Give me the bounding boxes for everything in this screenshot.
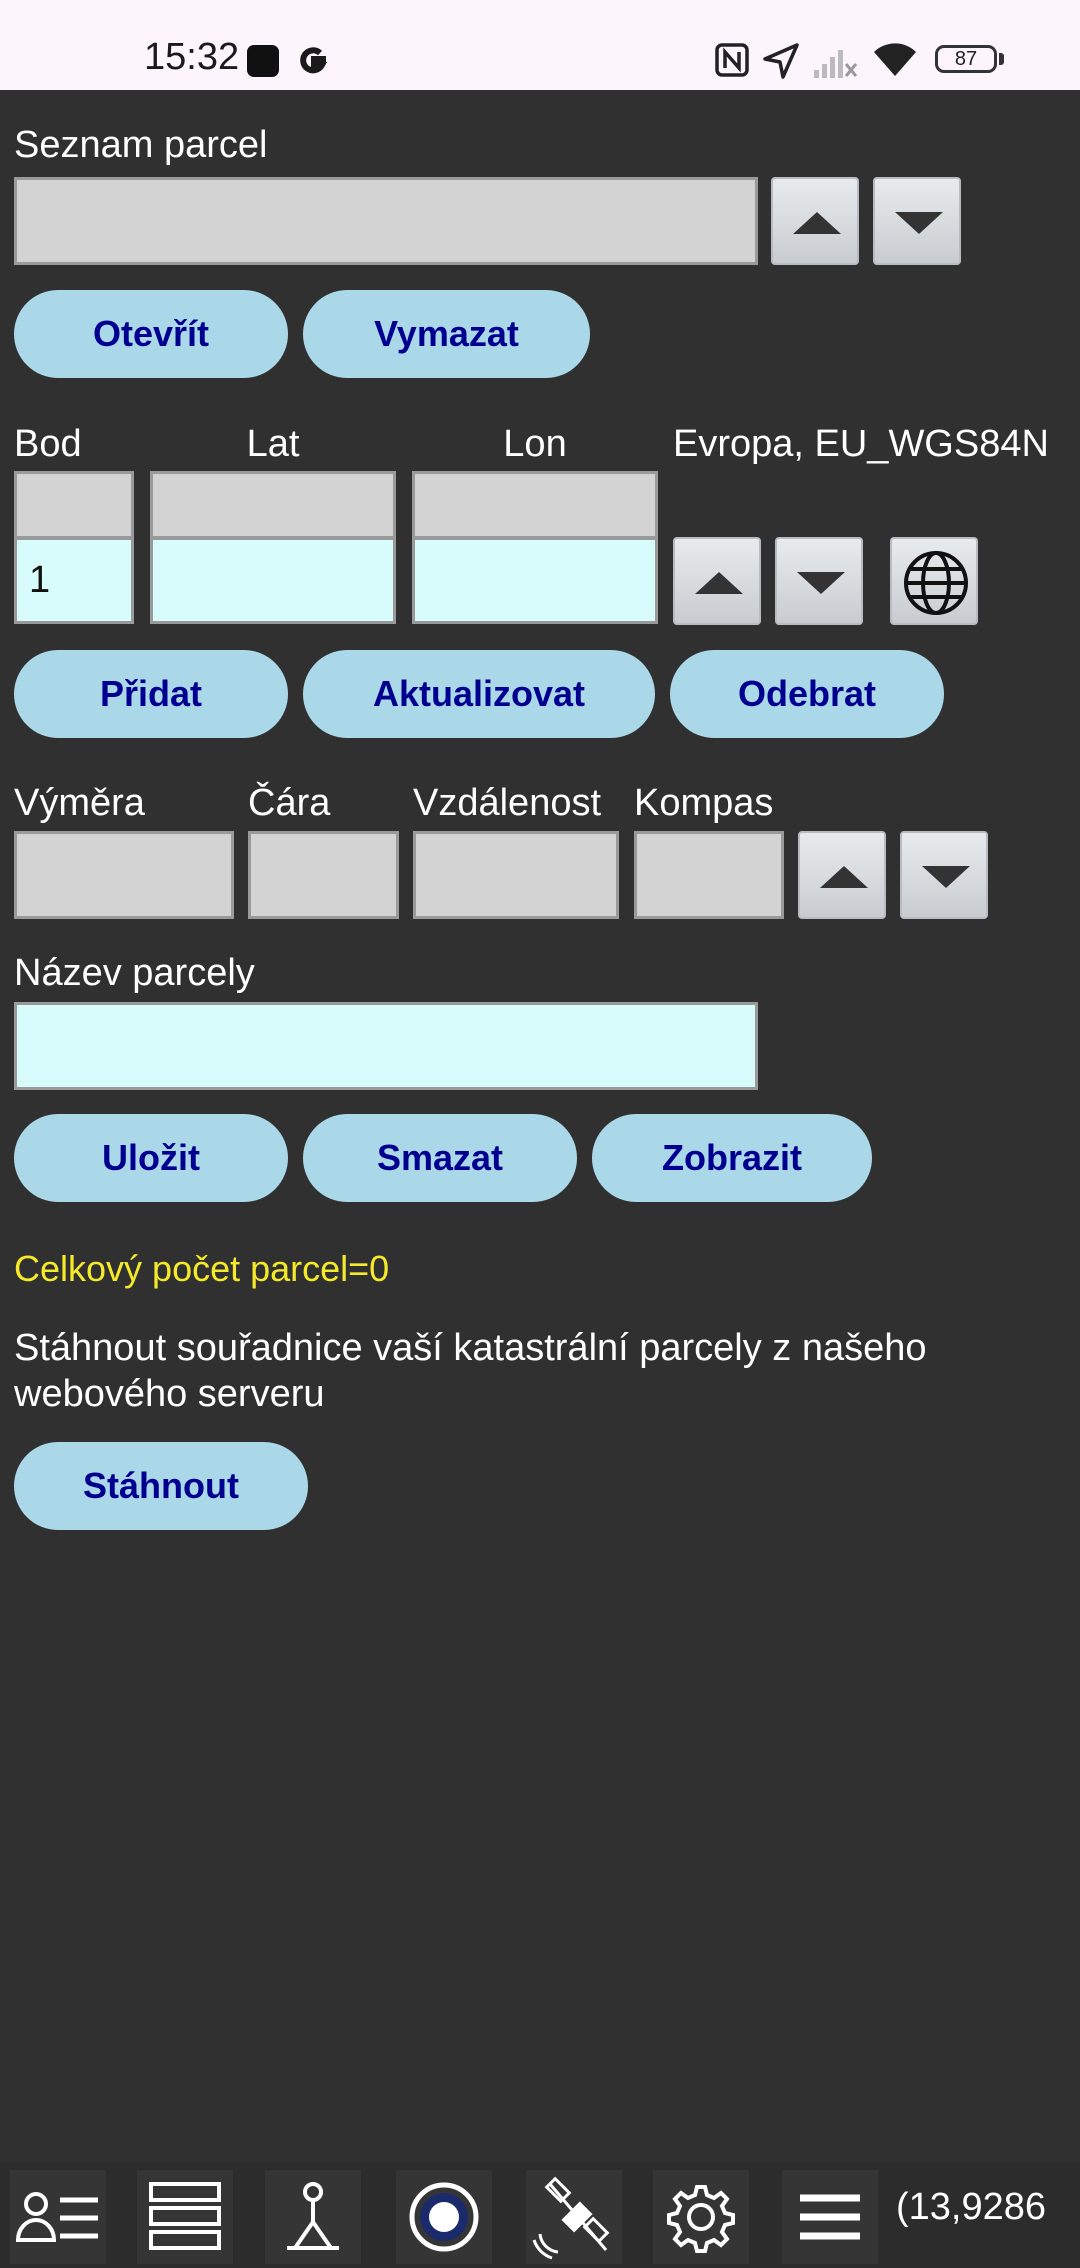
- parcel-list-label: Seznam parcel: [14, 124, 268, 166]
- area-label: Výměra: [14, 782, 145, 824]
- user-list-icon: [15, 2192, 98, 2242]
- status-bar: 15:32 87: [0, 0, 1080, 90]
- nav-layers[interactable]: [137, 2170, 233, 2264]
- compass-label: Kompas: [634, 782, 774, 824]
- point-label: Bod: [14, 423, 82, 465]
- satellite-icon: [532, 2176, 610, 2260]
- point-down-button[interactable]: [775, 537, 863, 625]
- globe-button[interactable]: [890, 537, 978, 625]
- delete-button[interactable]: Smazat: [303, 1114, 577, 1202]
- measure-down-button[interactable]: [900, 831, 988, 919]
- parcel-name-input[interactable]: [14, 1002, 758, 1090]
- battery-icon: 87: [935, 45, 997, 73]
- arrow-down-icon: [895, 212, 943, 234]
- google-icon: [300, 47, 328, 74]
- parcel-name-label: Název parcely: [14, 952, 255, 994]
- location-arrow-icon: [763, 43, 799, 79]
- record-icon: [409, 2182, 479, 2252]
- lat-label: Lat: [246, 423, 300, 465]
- nav-survey-point[interactable]: [265, 2170, 361, 2264]
- show-button[interactable]: Zobrazit: [592, 1114, 872, 1202]
- area-field: [14, 831, 234, 919]
- point-number-input[interactable]: 1: [14, 537, 134, 624]
- nav-user-list[interactable]: [10, 2170, 106, 2264]
- point-up-button[interactable]: [673, 537, 761, 625]
- parcel-list-down-button[interactable]: [873, 177, 961, 265]
- lon-header-field: [412, 471, 658, 539]
- menu-icon: [800, 2194, 860, 2240]
- parcel-list-select[interactable]: [14, 177, 758, 265]
- settings-icon: [667, 2185, 735, 2253]
- line-field: [248, 831, 399, 919]
- open-button[interactable]: Otevřít: [14, 290, 288, 378]
- remove-point-button[interactable]: Odebrat: [670, 650, 944, 738]
- nav-satellite[interactable]: [526, 2170, 622, 2264]
- signal-off-icon: [814, 50, 858, 78]
- update-point-button[interactable]: Aktualizovat: [303, 650, 655, 738]
- download-button[interactable]: Stáhnout: [14, 1442, 308, 1530]
- arrow-up-icon: [695, 572, 743, 594]
- lon-input[interactable]: [412, 537, 658, 624]
- arrow-up-icon: [793, 212, 841, 234]
- save-button[interactable]: Uložit: [14, 1114, 288, 1202]
- battery-tip: [999, 53, 1004, 65]
- nav-record[interactable]: [396, 2170, 492, 2264]
- nfc-icon: [715, 43, 749, 77]
- lat-header-field: [150, 471, 396, 539]
- battery-level: 87: [954, 48, 978, 70]
- square-notification-icon: [247, 45, 279, 77]
- clear-button[interactable]: Vymazat: [303, 290, 590, 378]
- coordinates-readout: (13,9286: [896, 2186, 1047, 2228]
- wifi-icon: [874, 43, 916, 76]
- coordinate-system-label: Evropa, EU_WGS84N: [673, 423, 1049, 465]
- distance-label: Vzdálenost: [413, 782, 602, 824]
- distance-field: [413, 831, 619, 919]
- globe-icon: [904, 551, 968, 615]
- arrow-down-icon: [797, 572, 845, 594]
- lon-label: Lon: [503, 423, 567, 465]
- nav-settings[interactable]: [653, 2170, 749, 2264]
- compass-field: [634, 831, 784, 919]
- layers-list-icon: [149, 2182, 221, 2250]
- nav-menu[interactable]: [782, 2170, 878, 2264]
- line-label: Čára: [248, 782, 331, 824]
- survey-point-icon: [287, 2182, 339, 2250]
- total-parcels-text: Celkový počet parcel=0: [14, 1248, 390, 1289]
- arrow-down-icon: [922, 866, 970, 888]
- download-description: Stáhnout souřadnice vaší katastrální par…: [14, 1327, 927, 1415]
- point-header-field: [14, 471, 134, 539]
- parcel-list-up-button[interactable]: [771, 177, 859, 265]
- lat-input[interactable]: [150, 537, 396, 624]
- measure-up-button[interactable]: [798, 831, 886, 919]
- add-point-button[interactable]: Přidat: [14, 650, 288, 738]
- status-time: 15:32: [144, 36, 240, 78]
- arrow-up-icon: [820, 866, 868, 888]
